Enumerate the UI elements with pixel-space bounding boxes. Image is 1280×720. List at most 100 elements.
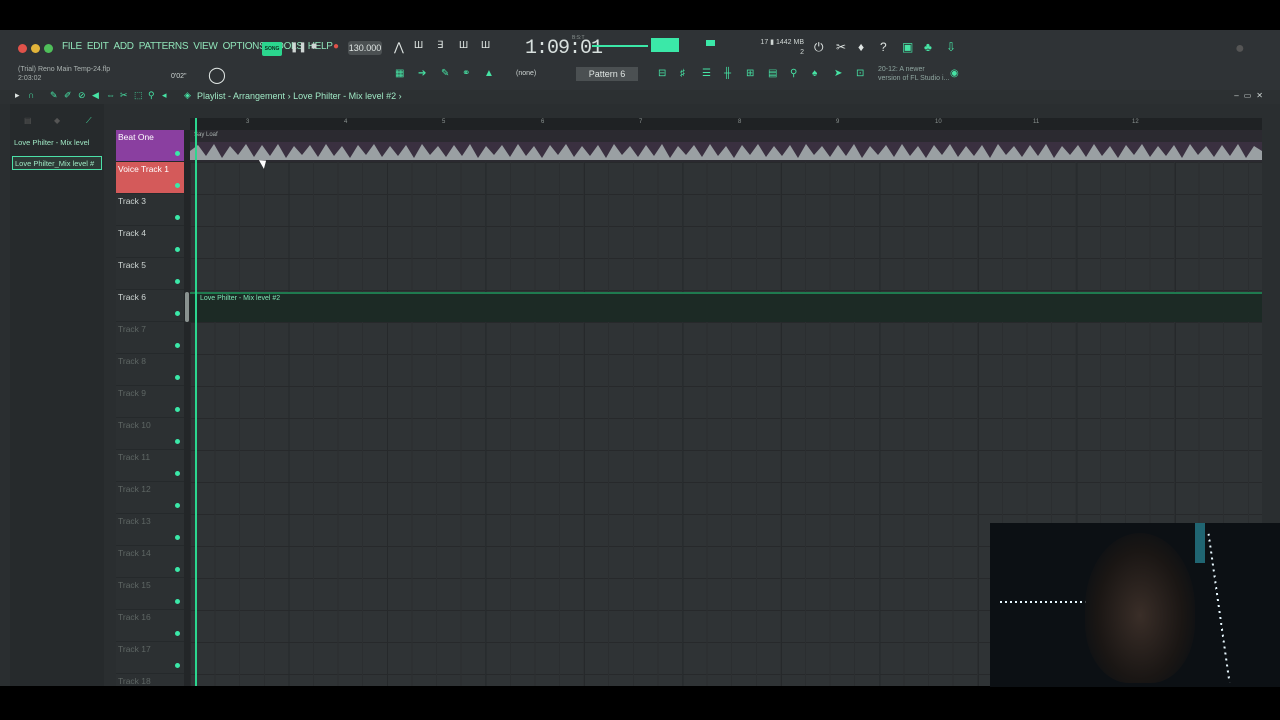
close-icon[interactable]: ✕	[1256, 91, 1268, 100]
zoom-tool-icon[interactable]: ⚲	[148, 90, 155, 101]
breadcrumb-clip[interactable]: Love Philter - Mix level #2	[293, 91, 396, 101]
save-icon[interactable]: ▣	[902, 40, 913, 54]
minimize-icon[interactable]: –	[1234, 91, 1243, 100]
track-mute-led[interactable]	[175, 215, 180, 220]
track-header[interactable]: Track 3	[116, 194, 184, 226]
piano-icon[interactable]: ▦	[395, 68, 404, 79]
track-mute-led[interactable]	[175, 439, 180, 444]
close-window-button[interactable]	[18, 44, 27, 53]
track-mute-led[interactable]	[175, 311, 180, 316]
track-mute-led[interactable]	[175, 375, 180, 380]
track-header[interactable]: Track 10	[116, 418, 184, 450]
help-icon[interactable]: ?	[880, 40, 887, 54]
pattern-selector[interactable]: (none)	[516, 70, 536, 77]
track-mute-led[interactable]	[175, 567, 180, 572]
stamp-icon[interactable]: ▲	[484, 68, 494, 79]
record-button[interactable]: ●	[333, 41, 339, 52]
update-hint[interactable]: 20-12: A newer version of FL Studio i...	[878, 65, 949, 83]
draw-tool-icon[interactable]: ✎	[50, 90, 58, 101]
track-mute-led[interactable]	[175, 247, 180, 252]
track-mute-led[interactable]	[175, 535, 180, 540]
download-icon[interactable]: ⇩	[946, 40, 956, 54]
track-header[interactable]: Track 12	[116, 482, 184, 514]
delete-tool-icon[interactable]: ⊘	[78, 90, 86, 101]
track-mute-led[interactable]	[175, 663, 180, 668]
link-icon[interactable]: ⚭	[462, 68, 470, 79]
loop-record-icon[interactable]: Ш	[481, 40, 490, 51]
menu-view[interactable]: VIEW	[193, 41, 218, 52]
cart-icon[interactable]: ⊡	[856, 68, 864, 79]
scrollbar-thumb[interactable]	[185, 292, 189, 322]
plugin-picker-icon[interactable]: ⚲	[790, 68, 797, 79]
microphone-icon[interactable]: ♦	[858, 40, 864, 54]
track-mute-led[interactable]	[175, 183, 180, 188]
menu-edit[interactable]: EDIT	[87, 41, 109, 52]
paint-tool-icon[interactable]: ✐	[64, 90, 72, 101]
video-icon[interactable]: ➤	[834, 68, 842, 79]
master-volume-knob[interactable]: ◯	[208, 65, 226, 85]
track-mute-led[interactable]	[175, 407, 180, 412]
track-header[interactable]: Track 9	[116, 386, 184, 418]
timeline-ruler[interactable]: 3 4 5 6 7 8 9 10 11 12	[190, 118, 1262, 130]
minimize-window-button[interactable]	[31, 44, 40, 53]
step-edit-icon[interactable]: Ш	[459, 40, 468, 51]
track-header[interactable]: Track 18	[116, 674, 184, 686]
track-mute-led[interactable]	[175, 151, 180, 156]
touch-keyboard-icon[interactable]: ♠	[812, 68, 817, 79]
mixer-icon[interactable]: ⊟	[658, 68, 666, 79]
wait-input-icon[interactable]: Ш	[414, 40, 423, 51]
audio-clip[interactable]: Say Loaf	[190, 130, 1262, 162]
pattern-display[interactable]: Pattern 6	[576, 67, 638, 81]
pencil-icon[interactable]: ✎	[441, 68, 449, 79]
restore-icon[interactable]: ▭	[1244, 91, 1257, 100]
cut-icon[interactable]: ✂	[836, 40, 846, 54]
song-mode-toggle[interactable]: SONG	[262, 42, 282, 56]
power-icon[interactable]: ⏻	[814, 40, 824, 55]
mute-tool-icon[interactable]: ◀	[92, 90, 99, 101]
track-header[interactable]: Track 14	[116, 546, 184, 578]
piano-roll-icon[interactable]: ╫	[724, 68, 731, 79]
browser-icon[interactable]: ⊞	[746, 68, 754, 79]
menu-add[interactable]: ADD	[114, 41, 135, 52]
playhead[interactable]	[195, 118, 197, 686]
track-header[interactable]: Track 7	[116, 322, 184, 354]
slice-tool-icon[interactable]: ✂	[120, 90, 128, 101]
stop-button[interactable]: ■	[311, 41, 317, 52]
browser-item-selected[interactable]: Love Philter_Mix level #	[12, 156, 102, 170]
track-header[interactable]: Beat One	[116, 130, 184, 162]
track-header[interactable]: Track 4	[116, 226, 184, 258]
track-mute-led[interactable]	[175, 471, 180, 476]
arrow-right-icon[interactable]: ➔	[418, 68, 426, 79]
menu-file[interactable]: FILE	[62, 41, 82, 52]
plugin-icon[interactable]: ♣	[924, 40, 932, 54]
track-header[interactable]: Track 16	[116, 610, 184, 642]
track-mute-led[interactable]	[175, 599, 180, 604]
playback-tool-icon[interactable]: ◂	[162, 90, 167, 101]
countdown-icon[interactable]: ∃	[437, 40, 443, 51]
playlist-menu-icon[interactable]: ◈	[184, 90, 191, 101]
metronome-icon[interactable]: ⋀	[394, 40, 404, 54]
track-header[interactable]: Track 8	[116, 354, 184, 386]
menu-options[interactable]: OPTIONS	[223, 41, 266, 52]
browser-item[interactable]: Love Philter - Mix level	[12, 136, 102, 150]
track-header[interactable]: Track 13	[116, 514, 184, 546]
menu-patterns[interactable]: PATTERNS	[139, 41, 189, 52]
arrow-icon[interactable]: ◆	[54, 116, 60, 125]
track-header[interactable]: Track 15	[116, 578, 184, 610]
list-icon[interactable]: ▤	[24, 116, 32, 125]
track-mute-led[interactable]	[175, 631, 180, 636]
automation-clip[interactable]: Love Philter - Mix level #2	[190, 292, 1262, 322]
globe-icon[interactable]: ◉	[950, 68, 959, 79]
slip-tool-icon[interactable]: ⇔	[106, 90, 115, 100]
track-header[interactable]: Voice Track 1	[116, 162, 184, 194]
track-mute-led[interactable]	[175, 279, 180, 284]
time-format-label[interactable]: B:S:T	[572, 35, 585, 41]
track-header[interactable]: Track 6	[116, 290, 184, 322]
magnet-icon[interactable]: ∩	[28, 90, 34, 100]
plugin-database-icon[interactable]: ▤	[768, 68, 777, 79]
options-arrow-icon[interactable]: ▸	[15, 90, 20, 101]
select-tool-icon[interactable]: ⬚	[134, 90, 143, 101]
tempo-display[interactable]: 130.000	[348, 41, 382, 55]
track-header[interactable]: Track 11	[116, 450, 184, 482]
track-header[interactable]: Track 17	[116, 642, 184, 674]
